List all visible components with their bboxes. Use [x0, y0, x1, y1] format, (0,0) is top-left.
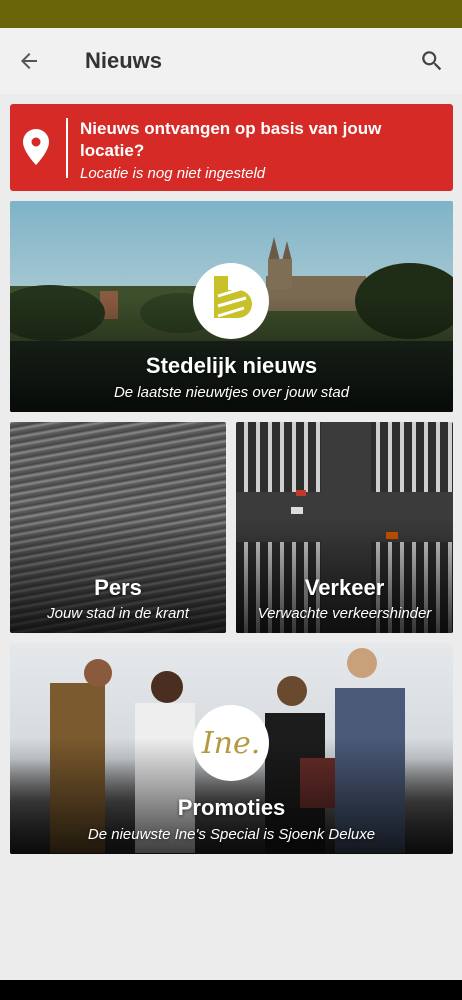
- city-logo: [193, 263, 269, 339]
- ine-logo-text: Ine.: [201, 725, 261, 761]
- city-logo-icon: [214, 276, 252, 318]
- banner-divider: [66, 118, 68, 178]
- tile-subtitle: Verwachte verkeershinder: [257, 605, 432, 622]
- tile-promotions[interactable]: Ine. Promoties De nieuwste Ine's Special…: [10, 643, 453, 854]
- location-banner[interactable]: Nieuws ontvangen op basis van jouw locat…: [10, 104, 453, 191]
- page-title: Nieuws: [85, 48, 163, 73]
- tile-subtitle: De nieuwste Ine's Special is Sjoenk Delu…: [87, 826, 376, 843]
- tile-city-news[interactable]: Stedelijk nieuws De laatste nieuwtjes ov…: [10, 201, 453, 412]
- tile-title: Pers: [94, 575, 142, 600]
- tile-traffic[interactable]: Verkeer Verwachte verkeershinder: [236, 422, 453, 633]
- tile-subtitle: De laatste nieuwtjes over jouw stad: [113, 384, 350, 401]
- app-bar: Nieuws: [0, 28, 462, 94]
- tile-press[interactable]: Pers Jouw stad in de krant: [10, 422, 226, 633]
- tile-subtitle: Jouw stad in de krant: [47, 605, 189, 622]
- search-icon: [422, 51, 442, 71]
- banner-title: Nieuws ontvangen op basis van jouw locat…: [80, 119, 382, 160]
- banner-subtitle: Locatie is nog niet ingesteld: [80, 165, 266, 182]
- location-pin-icon: [23, 129, 49, 165]
- system-nav-bar: [0, 980, 462, 1000]
- tile-title: Stedelijk nieuws: [145, 353, 318, 378]
- ine-logo: Ine.: [193, 705, 269, 781]
- back-button[interactable]: [14, 46, 44, 76]
- status-bar: [0, 0, 462, 28]
- search-button[interactable]: [416, 45, 448, 77]
- tile-title: Verkeer: [304, 575, 385, 600]
- tile-title: Promoties: [177, 795, 286, 820]
- arrow-left-icon: [21, 53, 37, 69]
